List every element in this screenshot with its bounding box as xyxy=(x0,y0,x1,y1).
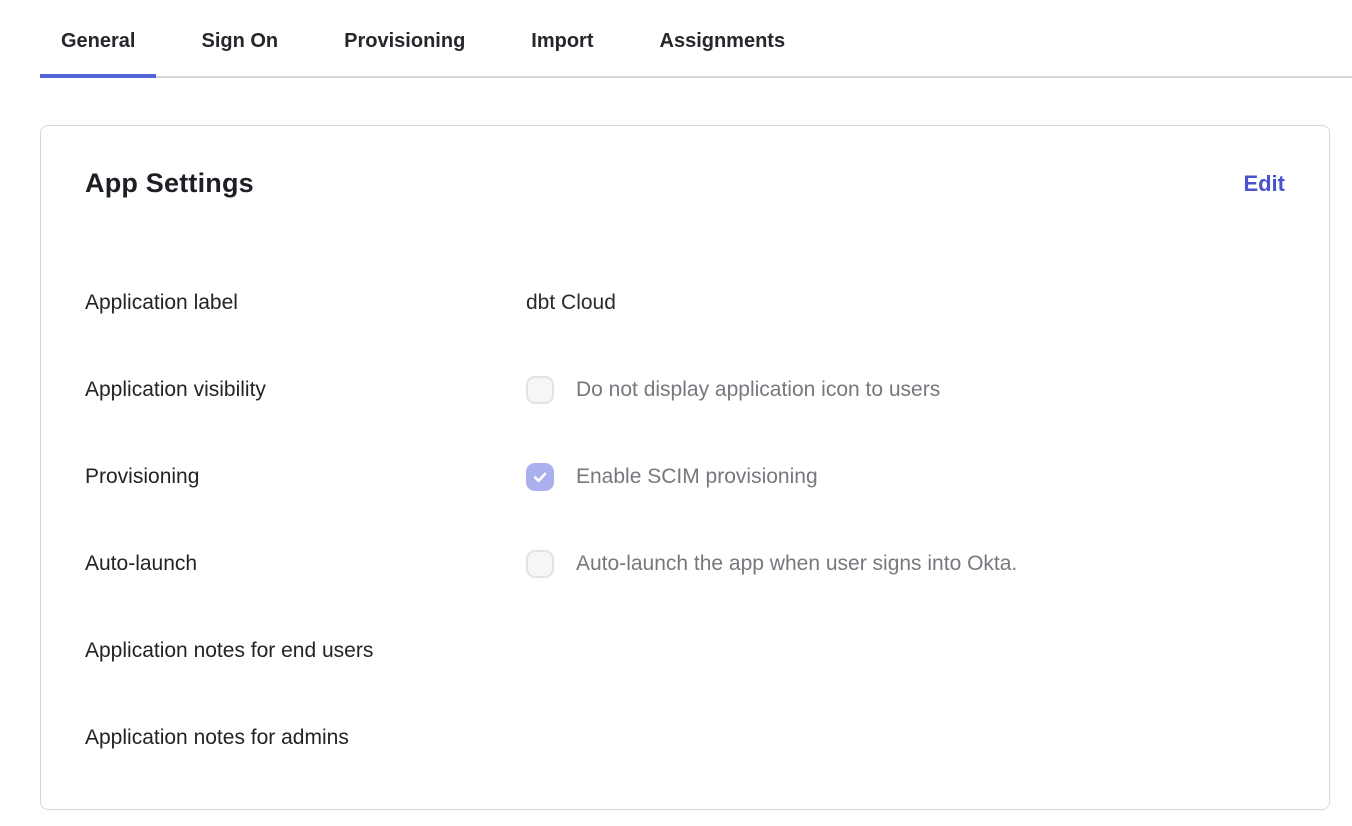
settings-row: Application notes for end users xyxy=(85,637,1285,669)
tab-sign-on[interactable]: Sign On xyxy=(180,0,299,76)
checkbox-label: Do not display application icon to users xyxy=(576,376,940,404)
row-label: Application visibility xyxy=(85,376,526,404)
row-value: dbt Cloud xyxy=(526,289,616,317)
row-label: Auto-launch xyxy=(85,550,526,578)
card-title: App Settings xyxy=(85,168,254,199)
checkbox-label: Enable SCIM provisioning xyxy=(576,463,818,491)
settings-row: Application visibility Do not display app… xyxy=(85,376,1285,408)
app-settings-card: App Settings Edit Application labeldbt C… xyxy=(40,125,1330,810)
row-value: Enable SCIM provisioning xyxy=(526,463,818,491)
edit-button[interactable]: Edit xyxy=(1243,171,1285,197)
checkbox-unchecked[interactable] xyxy=(526,550,554,578)
tab-provisioning[interactable]: Provisioning xyxy=(323,0,486,76)
settings-row: Auto-launch Auto-launch the app when user… xyxy=(85,550,1285,582)
row-value: Do not display application icon to users xyxy=(526,376,940,404)
checkbox-label: Auto-launch the app when user signs into… xyxy=(576,550,1017,578)
checkbox-unchecked[interactable] xyxy=(526,376,554,404)
tab-bar: General Sign On Provisioning Import Assignme… xyxy=(40,0,1352,78)
row-label: Provisioning xyxy=(85,463,526,491)
tab-general[interactable]: General xyxy=(40,0,156,76)
tab-import[interactable]: Import xyxy=(510,0,614,76)
checkbox-checked[interactable] xyxy=(526,463,554,491)
row-label: Application label xyxy=(85,289,526,317)
row-label: Application notes for admins xyxy=(85,724,526,752)
card-header: App Settings Edit xyxy=(85,168,1285,199)
settings-row: Application labeldbt Cloud xyxy=(85,289,1285,321)
tab-assignments[interactable]: Assignments xyxy=(639,0,807,76)
settings-row: Application notes for admins xyxy=(85,724,1285,756)
row-label: Application notes for end users xyxy=(85,637,526,665)
check-icon xyxy=(531,468,549,486)
settings-row: Provisioning Enable SCIM provisioning xyxy=(85,463,1285,495)
row-value: Auto-launch the app when user signs into… xyxy=(526,550,1017,578)
settings-rows: Application labeldbt Cloud Application vi… xyxy=(85,289,1285,756)
